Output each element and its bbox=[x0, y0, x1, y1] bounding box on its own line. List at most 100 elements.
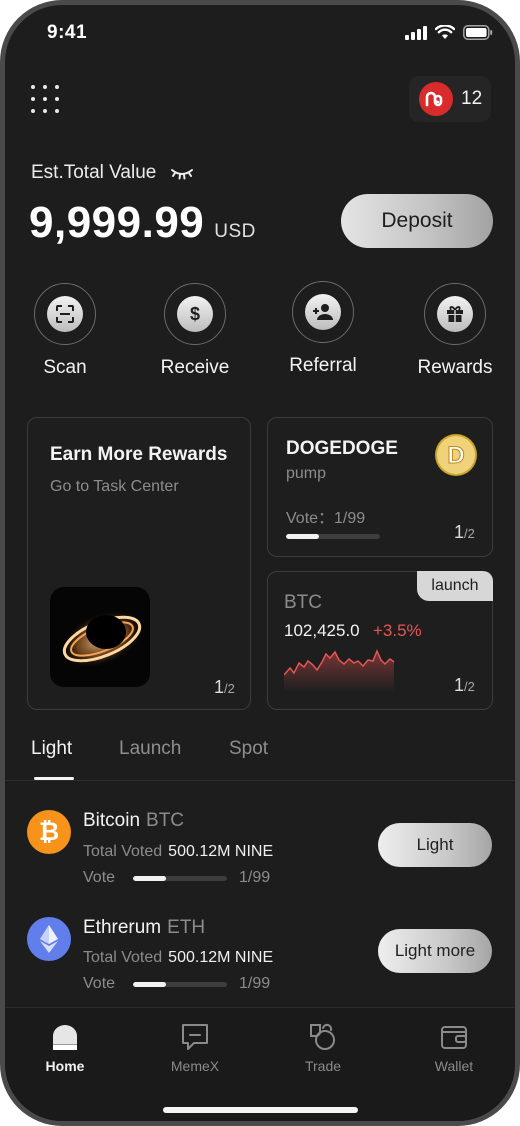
rewards-card-subtitle[interactable]: Go to Task Center bbox=[50, 478, 179, 496]
tab-launch[interactable]: Launch bbox=[119, 738, 181, 760]
add-user-icon bbox=[305, 294, 341, 330]
ethereum-total-voted: Total Voted 500.12M NINE bbox=[83, 949, 273, 967]
referral-label: Referral bbox=[289, 355, 357, 376]
ethereum-name: Ethrerum ETH bbox=[83, 917, 205, 939]
ethereum-vote-progress-fill bbox=[133, 981, 166, 987]
ethereum-vote-progress bbox=[133, 981, 228, 987]
light-button[interactable]: Light bbox=[378, 823, 492, 867]
btc-card-symbol: BTC bbox=[284, 592, 322, 613]
black-hole-image bbox=[50, 587, 150, 687]
nav-memex[interactable]: MemeX bbox=[155, 1022, 235, 1074]
deposit-button[interactable]: Deposit bbox=[341, 194, 493, 248]
wallet-icon bbox=[441, 1026, 467, 1049]
tabs-divider bbox=[5, 780, 515, 781]
btc-card[interactable]: launch BTC 102,425.0 +3.5% 1/2 bbox=[267, 571, 493, 710]
balance-value: 9,999.99 bbox=[29, 198, 205, 247]
ethereum-vote-label: Vote bbox=[83, 975, 116, 992]
ethereum-vote-count: 1/99 bbox=[239, 975, 271, 992]
rewards-card-title: Earn More Rewards bbox=[50, 444, 228, 465]
bitcoin-total-voted: Total Voted 500.12M NINE bbox=[83, 843, 273, 861]
nav-trade-label: Trade bbox=[304, 1058, 342, 1074]
referral-action[interactable]: Referral bbox=[263, 281, 383, 377]
rewards-card[interactable]: Earn More Rewards Go to Task Center 1/2 bbox=[27, 417, 251, 710]
token-card-page: 1 bbox=[454, 522, 465, 542]
balance-amount: 9,999.99 USD bbox=[29, 198, 256, 248]
bitcoin-vote-progress-fill bbox=[133, 875, 166, 881]
chat-icon bbox=[182, 1024, 208, 1050]
notification-count: 12 bbox=[461, 88, 483, 109]
scan-action[interactable]: Scan bbox=[5, 283, 125, 379]
gift-icon bbox=[437, 296, 473, 332]
dogecoin-icon: D bbox=[435, 434, 477, 476]
bitcoin-vote-label: Vote bbox=[83, 869, 116, 886]
token-vote-progress bbox=[286, 534, 380, 539]
bitcoin-vote-progress bbox=[133, 875, 228, 881]
btc-card-change: +3.5% bbox=[373, 621, 422, 640]
scan-button-ring[interactable] bbox=[34, 283, 96, 345]
ethereum-symbol: ETH bbox=[167, 917, 206, 938]
nav-trade[interactable]: Trade bbox=[283, 1022, 363, 1074]
rewards-card-page: 1 bbox=[214, 677, 225, 697]
receive-action[interactable]: $ Receive bbox=[135, 283, 255, 379]
scan-label: Scan bbox=[43, 357, 87, 378]
signal-icon bbox=[405, 25, 427, 40]
brand-logo-icon bbox=[419, 82, 453, 116]
wifi-icon bbox=[435, 25, 455, 39]
home-indicator bbox=[163, 1107, 358, 1113]
nav-wallet-label: Wallet bbox=[434, 1058, 474, 1074]
nav-memex-label: MemeX bbox=[170, 1058, 220, 1074]
est-total-text: Est.Total Value bbox=[31, 162, 157, 183]
nav-home-label: Home bbox=[45, 1058, 85, 1074]
battery-icon bbox=[463, 25, 493, 40]
light-more-button[interactable]: Light more bbox=[378, 929, 492, 973]
status-time: 9:41 bbox=[47, 22, 88, 43]
rewards-action[interactable]: Rewards bbox=[395, 283, 515, 379]
bitcoin-symbol: BTC bbox=[146, 810, 185, 831]
btc-card-total: /2 bbox=[464, 679, 475, 694]
trade-icon bbox=[310, 1023, 335, 1050]
svg-text:D: D bbox=[447, 442, 464, 469]
bottom-nav: Home MemeX Trade Wallet bbox=[5, 1007, 515, 1121]
btc-card-pager: 1/2 bbox=[454, 675, 475, 696]
bitcoin-name: Bitcoin BTC bbox=[83, 810, 184, 832]
hide-balance-icon[interactable] bbox=[170, 166, 194, 180]
bitcoin-vote: Vote 1/99 bbox=[83, 869, 270, 887]
token-card[interactable]: DOGEDOGE pump D Vote：1/99 1/2 bbox=[267, 417, 493, 557]
ethereum-voted-label: Total Voted bbox=[83, 949, 163, 966]
bitcoin-name-text: Bitcoin bbox=[83, 810, 141, 831]
notification-badge[interactable]: 12 bbox=[409, 76, 491, 122]
rewards-card-total: /2 bbox=[224, 681, 235, 696]
ethereum-name-text: Ethrerum bbox=[83, 917, 162, 938]
token-card-pager: 1/2 bbox=[454, 522, 475, 543]
menu-grid-icon[interactable] bbox=[31, 85, 65, 119]
ethereum-icon bbox=[27, 917, 71, 961]
token-vote-label: Vote：1/99 bbox=[286, 510, 366, 527]
token-card-subtitle: pump bbox=[286, 465, 327, 482]
token-card-total: /2 bbox=[464, 526, 475, 541]
ethereum-vote: Vote 1/99 bbox=[83, 975, 270, 993]
bitcoin-vote-count: 1/99 bbox=[239, 869, 271, 886]
referral-button-ring[interactable] bbox=[292, 281, 354, 343]
phone-frame: 9:41 12 Est.Total Value 9,999.99 USD Dep… bbox=[0, 0, 520, 1126]
rewards-button-ring[interactable] bbox=[424, 283, 486, 345]
home-icon bbox=[53, 1025, 77, 1050]
btc-card-price: 102,425.0 bbox=[284, 621, 360, 640]
tab-light[interactable]: Light bbox=[31, 738, 72, 760]
receive-button-ring[interactable]: $ bbox=[164, 283, 226, 345]
balance-unit: USD bbox=[214, 221, 256, 242]
nav-wallet[interactable]: Wallet bbox=[414, 1022, 494, 1074]
token-vote-progress-fill bbox=[286, 534, 319, 539]
btc-sparkline bbox=[284, 649, 395, 692]
btc-card-page: 1 bbox=[454, 675, 465, 695]
dollar-icon: $ bbox=[177, 296, 213, 332]
bitcoin-voted-label: Total Voted bbox=[83, 843, 163, 860]
launch-tag: launch bbox=[417, 571, 493, 601]
ethereum-voted-value: 500.12M NINE bbox=[168, 949, 274, 966]
token-card-title: DOGEDOGE bbox=[286, 438, 398, 459]
rewards-card-pager: 1/2 bbox=[214, 677, 235, 698]
tab-spot[interactable]: Spot bbox=[229, 738, 268, 760]
app-screen: 9:41 12 Est.Total Value 9,999.99 USD Dep… bbox=[5, 5, 515, 1121]
rewards-label: Rewards bbox=[417, 357, 493, 378]
scan-icon bbox=[47, 296, 83, 332]
nav-home[interactable]: Home bbox=[25, 1022, 105, 1074]
